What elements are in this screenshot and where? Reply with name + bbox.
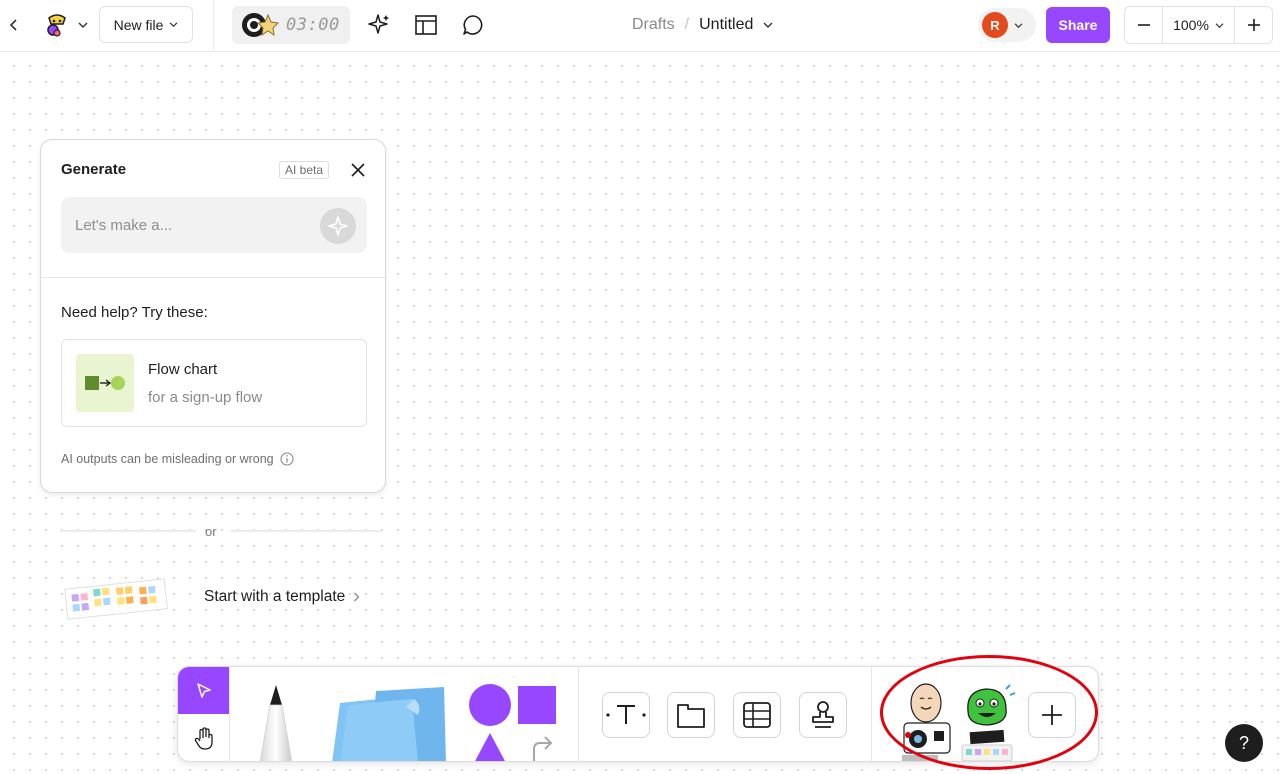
start-with-template-link[interactable]: Start with a template xyxy=(62,574,382,622)
text-tool[interactable] xyxy=(602,692,650,738)
plus-icon xyxy=(1247,19,1260,31)
comment-button[interactable] xyxy=(458,10,488,40)
new-file-button[interactable]: New file xyxy=(99,6,193,43)
layout-button[interactable] xyxy=(411,10,441,40)
table-icon xyxy=(743,702,771,728)
shapes-tool[interactable] xyxy=(464,681,564,762)
move-tool[interactable] xyxy=(178,667,229,714)
breadcrumb-separator: / xyxy=(684,16,690,33)
timer-value: 03:00 xyxy=(286,15,340,35)
breadcrumb: Drafts / Untitled xyxy=(632,14,773,36)
divider-line xyxy=(60,530,196,532)
stamp-tool[interactable] xyxy=(799,692,847,738)
prompt-input[interactable]: Let's make a... xyxy=(61,197,367,253)
chevron-down-icon xyxy=(1215,22,1224,28)
toolbar-divider xyxy=(578,667,579,761)
ai-disclaimer: AI outputs can be misleading or wrong xyxy=(61,452,294,466)
annotation-highlight-circle xyxy=(880,655,1098,770)
section-icon xyxy=(677,704,705,728)
avatar[interactable]: R xyxy=(982,12,1008,38)
hand-tool[interactable] xyxy=(178,714,229,761)
ai-beta-badge: AI beta xyxy=(279,161,330,179)
zoom-level-dropdown[interactable]: 100% xyxy=(1163,7,1235,43)
share-button[interactable]: Share xyxy=(1046,7,1110,43)
chevron-down-icon xyxy=(169,22,178,28)
info-icon[interactable] xyxy=(280,452,294,466)
new-file-label: New file xyxy=(113,16,164,33)
panel-divider xyxy=(41,277,385,278)
main-menu-button[interactable] xyxy=(40,10,92,40)
toolbar-divider xyxy=(229,667,230,761)
help-title: Need help? Try these: xyxy=(61,304,208,321)
chevron-right-icon xyxy=(354,592,360,602)
help-button[interactable]: ? xyxy=(1225,724,1263,762)
template-label: Start with a template xyxy=(204,588,360,606)
file-title[interactable]: Untitled xyxy=(699,16,753,34)
cursor-icon xyxy=(196,682,211,698)
close-icon xyxy=(351,163,365,177)
timer-button[interactable]: 03:00 xyxy=(232,6,350,44)
back-chevron-icon xyxy=(9,19,17,31)
chevron-down-icon xyxy=(1014,22,1023,28)
stamp-icon xyxy=(812,701,834,728)
sticky-note-tool[interactable] xyxy=(326,685,450,762)
zoom-level-value: 100% xyxy=(1173,17,1209,33)
multiplayer-menu[interactable]: R xyxy=(978,8,1036,42)
chevron-down-icon xyxy=(78,22,88,28)
panel-title: Generate xyxy=(61,161,127,178)
pen-tool[interactable] xyxy=(248,681,304,762)
chevron-down-icon[interactable] xyxy=(763,21,773,29)
or-divider-text: or xyxy=(205,524,217,539)
timer-icon xyxy=(242,13,280,37)
template-label-text: Start with a template xyxy=(204,588,346,605)
close-panel-button[interactable] xyxy=(346,158,370,182)
zoom-in-button[interactable] xyxy=(1235,7,1272,43)
flowchart-thumbnail xyxy=(76,354,134,412)
ai-generate-panel: Generate AI beta Let's make a... Need he… xyxy=(40,139,386,493)
disclaimer-text: AI outputs can be misleading or wrong xyxy=(61,452,274,466)
generate-submit-button[interactable] xyxy=(320,208,356,244)
flowchart-icon xyxy=(85,376,125,390)
ai-sparkle-icon xyxy=(328,216,348,236)
layout-icon xyxy=(415,15,437,35)
toolbar-divider xyxy=(871,667,872,761)
text-icon xyxy=(606,705,646,724)
figjam-logo-icon xyxy=(47,14,66,37)
divider-line xyxy=(231,530,381,532)
suggestion-title: Flow chart xyxy=(148,361,218,378)
comment-icon xyxy=(463,15,483,35)
table-tool[interactable] xyxy=(733,692,781,738)
prompt-placeholder: Let's make a... xyxy=(75,216,173,234)
ai-sparkle-icon xyxy=(368,14,389,34)
breadcrumb-folder[interactable]: Drafts xyxy=(632,16,675,34)
suggestion-subtitle: for a sign-up flow xyxy=(148,389,263,406)
ai-button[interactable] xyxy=(364,10,394,40)
suggestion-card-flow-chart[interactable]: Flow chart for a sign-up flow xyxy=(61,339,367,427)
section-tool[interactable] xyxy=(667,692,715,738)
hand-icon xyxy=(194,726,213,750)
top-bar: New file 03:00 Drafts / Untitled R Share… xyxy=(0,0,1280,52)
toolbar-divider xyxy=(213,0,214,52)
template-thumbnail xyxy=(64,578,168,620)
zoom-out-button[interactable] xyxy=(1125,7,1163,43)
minus-icon xyxy=(1137,24,1150,26)
zoom-controls: 100% xyxy=(1124,6,1273,44)
back-button[interactable] xyxy=(2,12,26,38)
